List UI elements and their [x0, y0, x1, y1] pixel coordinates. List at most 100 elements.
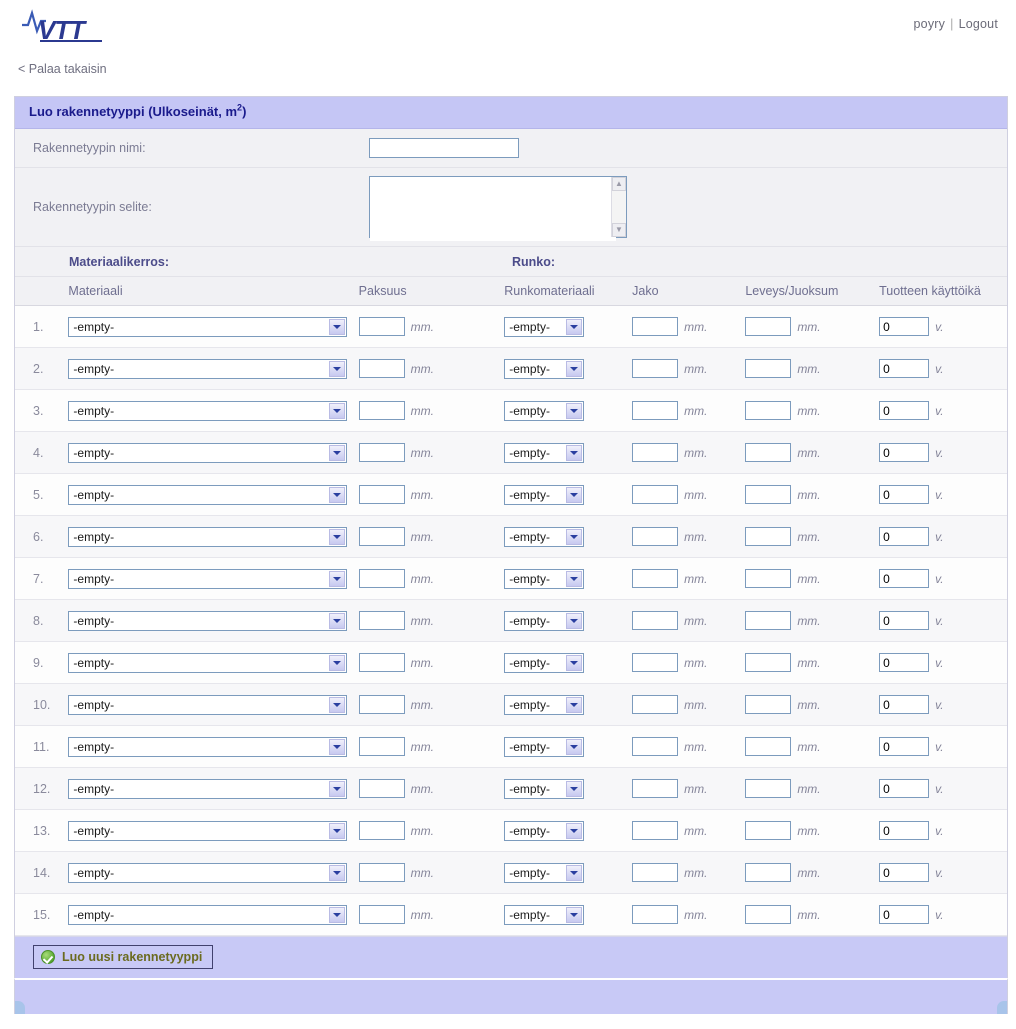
thickness-input[interactable] — [358, 611, 405, 630]
lifetime-input[interactable] — [879, 653, 930, 672]
width-input[interactable] — [745, 443, 792, 462]
lifetime-input[interactable] — [879, 737, 930, 756]
material-select[interactable]: -empty- — [68, 358, 348, 379]
back-link[interactable]: < Palaa takaisin — [18, 62, 107, 76]
spacing-input[interactable] — [632, 401, 679, 420]
thickness-input[interactable] — [358, 527, 405, 546]
create-structure-button[interactable]: Luo uusi rakennetyyppi — [33, 945, 214, 969]
material-select[interactable]: -empty- — [68, 526, 348, 547]
thickness-input[interactable] — [358, 695, 405, 714]
thickness-input[interactable] — [358, 443, 405, 462]
material-select-value: -empty- — [73, 697, 115, 712]
frame-material-select[interactable]: -empty- — [504, 862, 585, 883]
thickness-input[interactable] — [358, 359, 405, 378]
lifetime-input[interactable] — [879, 401, 930, 420]
spacing-input[interactable] — [632, 863, 679, 882]
thickness-input[interactable] — [358, 737, 405, 756]
material-select[interactable]: -empty- — [68, 568, 348, 589]
material-select[interactable]: -empty- — [68, 400, 348, 421]
frame-material-select[interactable]: -empty- — [504, 652, 585, 673]
thickness-input[interactable] — [358, 653, 405, 672]
width-input[interactable] — [745, 695, 792, 714]
structure-description-input[interactable] — [370, 177, 616, 241]
spacing-input[interactable] — [632, 779, 679, 798]
thickness-input[interactable] — [358, 401, 405, 420]
material-select[interactable]: -empty- — [68, 610, 348, 631]
frame-material-select[interactable]: -empty- — [504, 442, 585, 463]
scroll-down-icon[interactable]: ▼ — [612, 223, 626, 237]
material-select[interactable]: -empty- — [68, 652, 348, 673]
spacing-input[interactable] — [632, 821, 679, 840]
frame-material-select[interactable]: -empty- — [504, 358, 585, 379]
lifetime-input[interactable] — [879, 611, 930, 630]
frame-material-select[interactable]: -empty- — [504, 694, 585, 715]
textarea-scrollbar[interactable]: ▲ ▼ — [611, 177, 626, 237]
thickness-input[interactable] — [358, 821, 405, 840]
lifetime-input[interactable] — [879, 527, 930, 546]
width-input[interactable] — [745, 401, 792, 420]
thickness-input[interactable] — [358, 569, 405, 588]
material-select[interactable]: -empty- — [68, 778, 348, 799]
width-input[interactable] — [745, 779, 792, 798]
spacing-input[interactable] — [632, 695, 679, 714]
material-select[interactable]: -empty- — [68, 694, 348, 715]
spacing-input[interactable] — [632, 611, 679, 630]
frame-material-select[interactable]: -empty- — [504, 820, 585, 841]
scroll-up-icon[interactable]: ▲ — [612, 177, 626, 191]
material-select[interactable]: -empty- — [68, 316, 348, 337]
lifetime-input[interactable] — [879, 443, 930, 462]
width-input[interactable] — [745, 527, 792, 546]
spacing-input[interactable] — [632, 653, 679, 672]
width-input[interactable] — [745, 485, 792, 504]
lifetime-input[interactable] — [879, 485, 930, 504]
width-input[interactable] — [745, 569, 792, 588]
frame-material-select[interactable]: -empty- — [504, 316, 585, 337]
spacing-input[interactable] — [632, 443, 679, 462]
thickness-input[interactable] — [358, 779, 405, 798]
spacing-input[interactable] — [632, 569, 679, 588]
lifetime-input[interactable] — [879, 905, 930, 924]
width-input[interactable] — [745, 821, 792, 840]
spacing-input[interactable] — [632, 527, 679, 546]
structure-name-input[interactable] — [369, 138, 519, 158]
lifetime-input[interactable] — [879, 569, 930, 588]
material-select[interactable]: -empty- — [68, 736, 348, 757]
username-link[interactable]: poyry — [914, 17, 946, 31]
width-input[interactable] — [745, 359, 792, 378]
width-input[interactable] — [745, 317, 792, 336]
logout-link[interactable]: Logout — [959, 17, 998, 31]
material-select[interactable]: -empty- — [68, 862, 348, 883]
spacing-input[interactable] — [632, 359, 679, 378]
spacing-input[interactable] — [632, 485, 679, 504]
width-input[interactable] — [745, 863, 792, 882]
material-select[interactable]: -empty- — [68, 442, 348, 463]
frame-material-select[interactable]: -empty- — [504, 904, 585, 925]
width-input[interactable] — [745, 653, 792, 672]
spacing-input[interactable] — [632, 905, 679, 924]
thickness-input[interactable] — [358, 905, 405, 924]
frame-material-select[interactable]: -empty- — [504, 400, 585, 421]
frame-material-select[interactable]: -empty- — [504, 526, 585, 547]
lifetime-input[interactable] — [879, 779, 930, 798]
width-input[interactable] — [745, 905, 792, 924]
spacing-input[interactable] — [632, 737, 679, 756]
frame-material-select[interactable]: -empty- — [504, 484, 585, 505]
frame-material-select[interactable]: -empty- — [504, 568, 585, 589]
material-select[interactable]: -empty- — [68, 904, 348, 925]
lifetime-input[interactable] — [879, 863, 930, 882]
frame-material-select[interactable]: -empty- — [504, 610, 585, 631]
lifetime-input[interactable] — [879, 821, 930, 840]
lifetime-input[interactable] — [879, 317, 930, 336]
width-input[interactable] — [745, 737, 792, 756]
thickness-input[interactable] — [358, 485, 405, 504]
lifetime-input[interactable] — [879, 359, 930, 378]
material-select[interactable]: -empty- — [68, 820, 348, 841]
frame-material-select[interactable]: -empty- — [504, 736, 585, 757]
material-select[interactable]: -empty- — [68, 484, 348, 505]
width-input[interactable] — [745, 611, 792, 630]
lifetime-input[interactable] — [879, 695, 930, 714]
frame-material-select[interactable]: -empty- — [504, 778, 585, 799]
spacing-input[interactable] — [632, 317, 679, 336]
thickness-input[interactable] — [358, 863, 405, 882]
thickness-input[interactable] — [358, 317, 405, 336]
